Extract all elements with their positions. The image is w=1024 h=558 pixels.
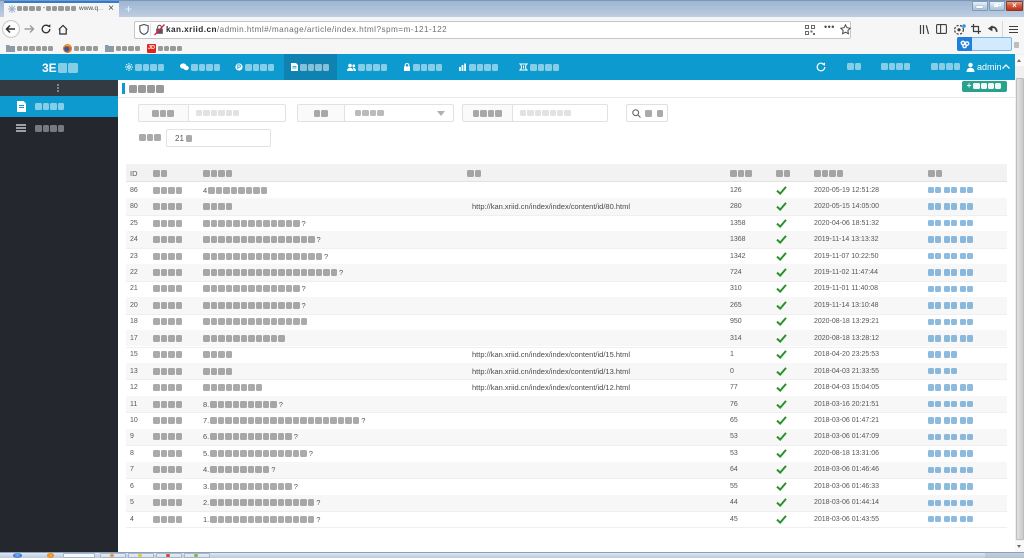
svg-text:P: P — [237, 65, 241, 71]
